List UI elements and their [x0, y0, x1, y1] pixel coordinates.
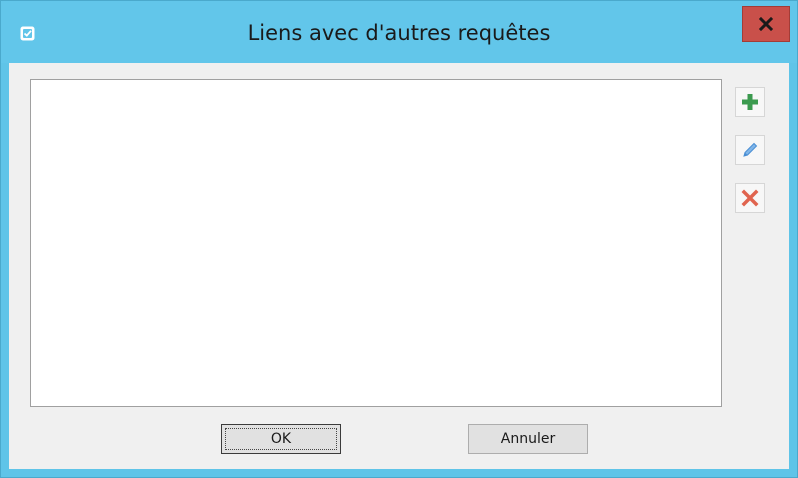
x-icon — [741, 189, 759, 207]
close-icon — [759, 17, 773, 31]
edit-link-button[interactable] — [735, 135, 765, 165]
delete-link-button[interactable] — [735, 183, 765, 213]
cancel-button-label: Annuler — [500, 431, 556, 447]
plus-icon — [742, 94, 758, 110]
links-list[interactable] — [30, 79, 722, 407]
pencil-icon — [743, 142, 758, 157]
dialog-body: OK Annuler — [9, 63, 789, 469]
dialog-window: Liens avec d'autres requêtes OK Annuler — [0, 0, 798, 478]
ok-button-label: OK — [270, 431, 292, 447]
window-title: Liens avec d'autres requêtes — [247, 21, 551, 45]
add-link-button[interactable] — [735, 87, 765, 117]
close-button[interactable] — [742, 6, 790, 42]
title-bar[interactable]: Liens avec d'autres requêtes — [1, 1, 797, 63]
cancel-button[interactable]: Annuler — [468, 424, 588, 454]
ok-button[interactable]: OK — [221, 424, 341, 454]
